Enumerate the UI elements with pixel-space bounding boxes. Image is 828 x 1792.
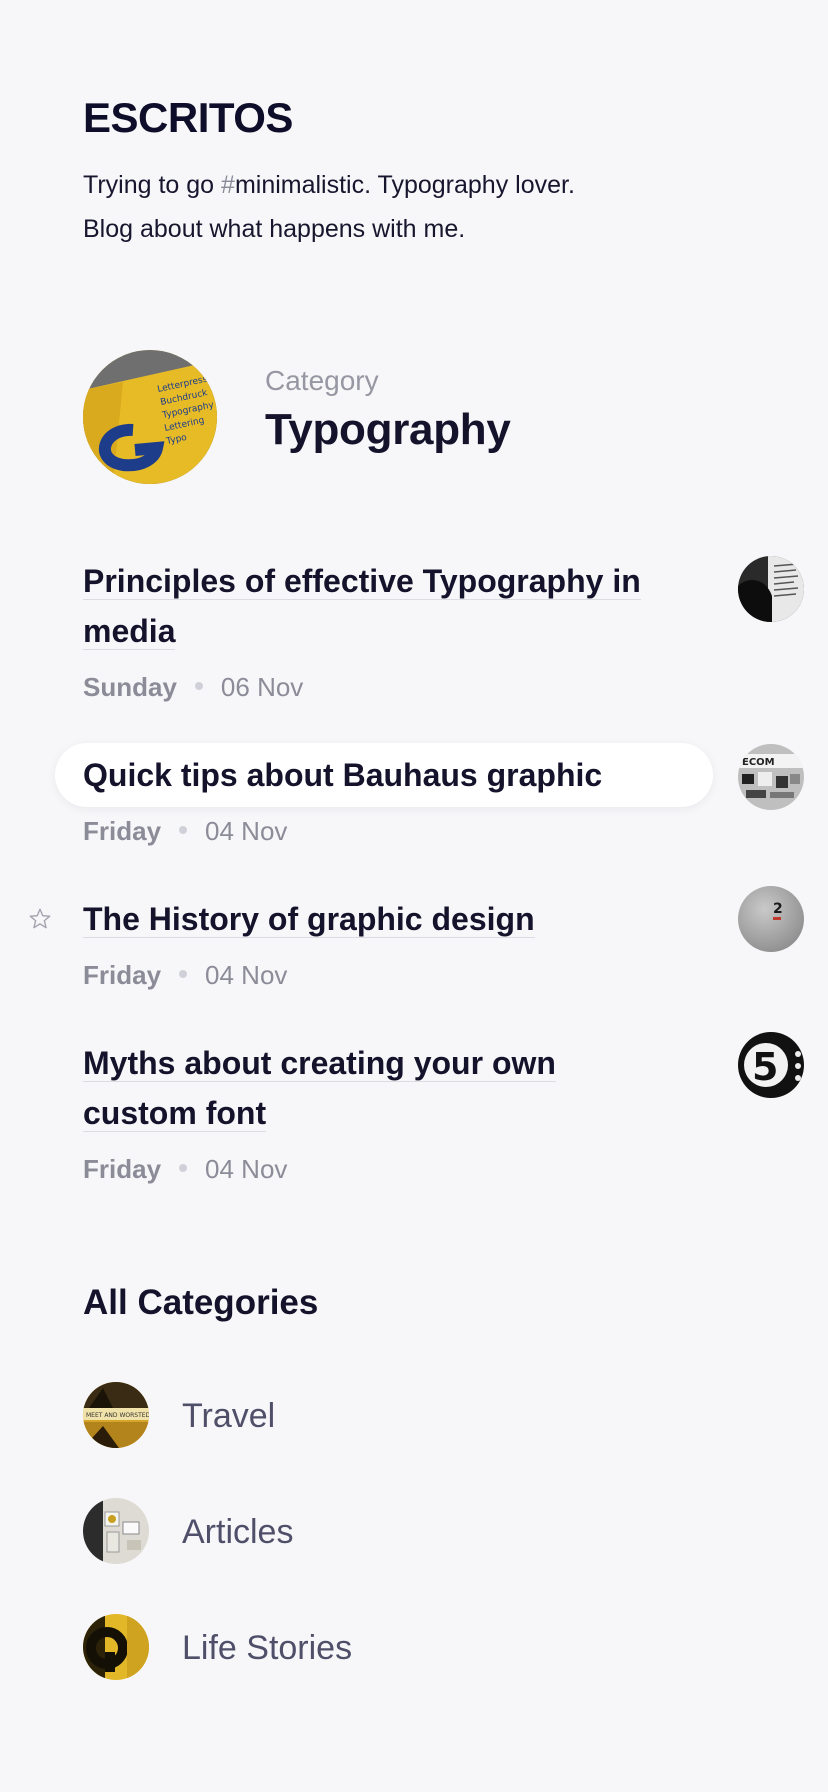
svg-text:5: 5 <box>752 1045 778 1089</box>
post-title[interactable]: Principles of effective Typography in me… <box>83 563 641 650</box>
site-bio: Trying to go #minimalistic. Typography l… <box>83 163 723 251</box>
post-title[interactable]: The History of graphic design <box>83 901 535 938</box>
post-day: Sunday <box>83 672 177 702</box>
meta-separator-dot <box>194 682 203 691</box>
post-day: Friday <box>83 960 162 990</box>
travel-photo-icon: MEET AND WORSTEDALE <box>83 1382 149 1448</box>
all-categories-title: All Categories <box>83 1283 319 1322</box>
svg-text:2: 2 <box>773 901 783 917</box>
post-date: 04 Nov <box>205 960 288 990</box>
category-name: Travel <box>182 1397 276 1435</box>
post-item[interactable]: Principles of effective Typography in me… <box>83 556 828 702</box>
category-item-articles[interactable]: Articles <box>83 1498 483 1564</box>
life-stories-photo-icon <box>83 1614 149 1680</box>
post-meta: Friday 04 Nov <box>83 958 287 992</box>
category-item-travel[interactable]: MEET AND WORSTEDALE Travel <box>83 1382 483 1448</box>
category-item-life-stories[interactable]: Life Stories <box>83 1614 483 1680</box>
post-item[interactable]: The History of graphic design Friday 04 N… <box>29 886 828 990</box>
meta-separator-dot <box>179 826 188 835</box>
category-header: Letterpress Buchdruck Typography Letteri… <box>83 350 683 484</box>
category-name: Life Stories <box>182 1629 353 1667</box>
category-name: Articles <box>182 1513 294 1551</box>
site-logo[interactable]: ESCRITOS <box>83 93 293 143</box>
bio-text-part: Trying to go <box>83 171 222 199</box>
post-meta: Friday 04 Nov <box>83 814 287 848</box>
number-two-photo-icon[interactable]: 2 <box>738 886 804 952</box>
post-title[interactable]: Quick tips about Bauhaus graphic <box>83 757 602 793</box>
typography-category-avatar-icon: Letterpress Buchdruck Typography Letteri… <box>83 350 217 484</box>
post-meta: Sunday 06 Nov <box>83 670 303 704</box>
post-date: 04 Nov <box>205 1154 288 1184</box>
star-icon[interactable] <box>27 906 53 932</box>
svg-text:ECOM: ECOM <box>742 757 775 768</box>
post-day: Friday <box>83 816 162 846</box>
bauhaus-poster-photo-icon[interactable]: ECOM <box>738 744 804 810</box>
meta-separator-dot <box>179 970 188 979</box>
bio-text-part: minimalistic. Typography lover. <box>234 171 575 199</box>
number-five-photo-icon[interactable]: 5 <box>738 1032 804 1098</box>
post-item[interactable]: Myths about creating your own custom fon… <box>83 1032 828 1184</box>
post-item[interactable]: Quick tips about Bauhaus graphic Friday 0… <box>83 744 828 846</box>
bio-text-line: Blog about what happens with me. <box>83 215 466 243</box>
category-label: Category <box>265 365 379 396</box>
post-meta: Friday 04 Nov <box>83 1152 287 1186</box>
category-title: Typography <box>265 405 511 454</box>
meta-separator-dot <box>179 1164 188 1173</box>
articles-photo-icon <box>83 1498 149 1564</box>
dark-book-photo-icon[interactable] <box>738 556 804 622</box>
hash-symbol: # <box>221 171 235 199</box>
post-date: 06 Nov <box>220 672 304 702</box>
svg-text:MEET AND WORSTEDALE: MEET AND WORSTEDALE <box>86 1412 149 1419</box>
post-title[interactable]: Myths about creating your own custom fon… <box>83 1045 556 1132</box>
post-date: 04 Nov <box>205 816 288 846</box>
post-day: Friday <box>83 1154 162 1184</box>
